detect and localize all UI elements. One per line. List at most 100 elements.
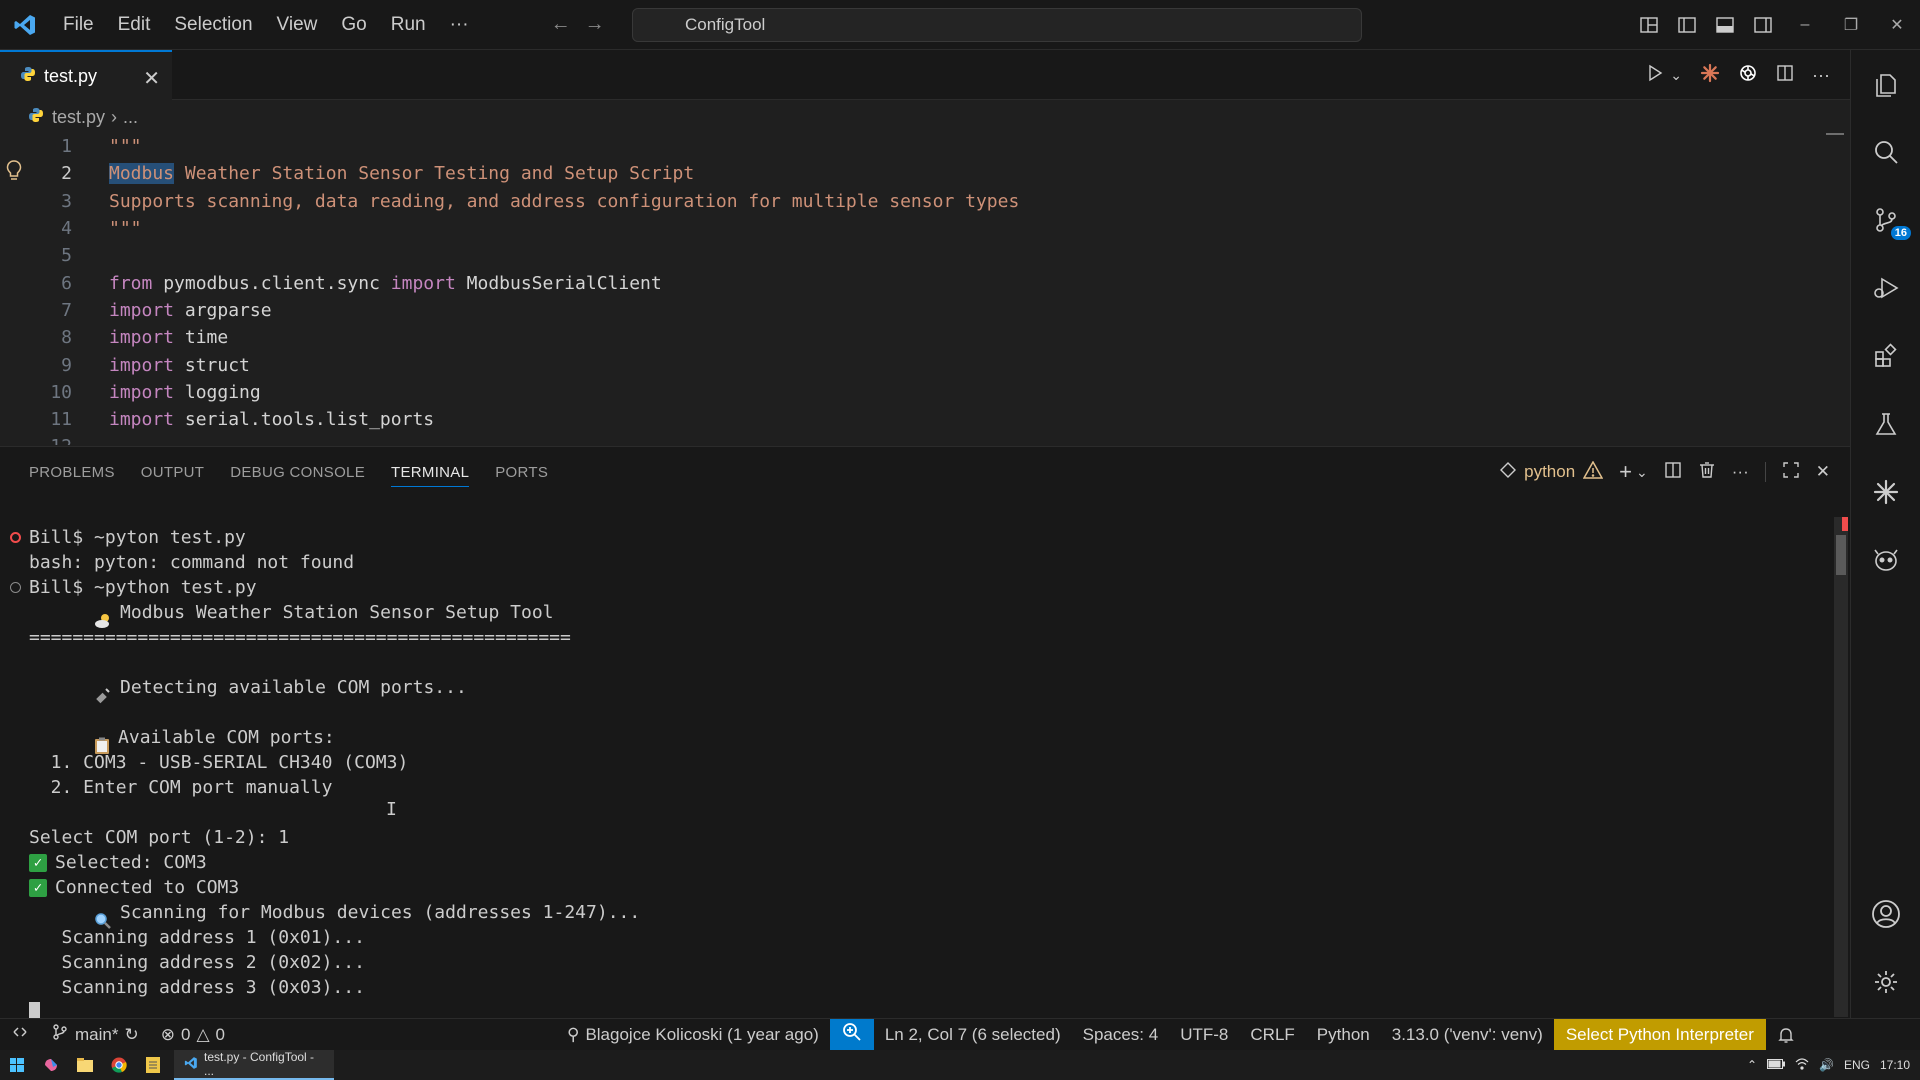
terminal-selector[interactable]: python xyxy=(1500,459,1604,484)
new-terminal-icon[interactable]: + xyxy=(1619,459,1632,485)
terminal-text: Scanning address 3 (0x03)... xyxy=(29,977,365,998)
customize-layout-icon[interactable] xyxy=(1630,0,1668,50)
claude-icon[interactable] xyxy=(1700,63,1720,88)
remote-indicator[interactable] xyxy=(0,1019,40,1051)
tab-output[interactable]: OUTPUT xyxy=(128,447,217,497)
tab-test-py[interactable]: test.py ✕ xyxy=(0,50,172,100)
editor-scrollbar[interactable] xyxy=(1826,133,1844,135)
terminal-output[interactable]: Bill$ ~pyton test.py bash: pyton: comman… xyxy=(0,525,1820,1024)
python-file-icon xyxy=(28,107,44,128)
scrollbar-thumb[interactable] xyxy=(1836,535,1846,575)
menu-file[interactable]: File xyxy=(51,0,106,50)
zoom-indicator[interactable] xyxy=(829,1018,874,1051)
remote-icon xyxy=(11,1023,29,1046)
source-control-icon[interactable]: 16 xyxy=(1851,186,1920,254)
keyword: from xyxy=(109,272,153,294)
code-text-rest: Weather Station Sensor Testing and Setup… xyxy=(174,163,695,185)
forward-arrow-icon[interactable]: → xyxy=(585,13,605,36)
notepad-icon[interactable] xyxy=(136,1050,170,1080)
tab-problems[interactable]: PROBLEMS xyxy=(16,447,128,497)
clock[interactable]: 17:10 xyxy=(1880,1058,1910,1072)
terminal-dropdown-chevron-icon[interactable]: ⌄ xyxy=(1636,464,1648,481)
menu-selection[interactable]: Selection xyxy=(162,0,264,50)
tab-debug-console[interactable]: DEBUG CONSOLE xyxy=(217,447,378,497)
warning-count: 0 xyxy=(215,1024,225,1044)
problems-indicator[interactable]: ⊗ 0 △ 0 xyxy=(150,1019,236,1051)
notifications-bell-icon[interactable] xyxy=(1766,1019,1806,1051)
close-panel-icon[interactable]: ✕ xyxy=(1816,462,1830,482)
cursor-position[interactable]: Ln 2, Col 7 (6 selected) xyxy=(874,1019,1072,1051)
git-branch[interactable]: main* ↻ xyxy=(40,1019,150,1051)
run-file-icon[interactable] xyxy=(1646,64,1664,87)
tab-ports[interactable]: PORTS xyxy=(482,447,561,497)
run-dropdown-chevron-icon[interactable]: ⌄ xyxy=(1670,67,1682,84)
breadcrumb-symbols[interactable]: ... xyxy=(123,107,138,128)
code-editor[interactable]: 1 """ 2 Modbus Weather Station Sensor Test… xyxy=(0,133,1850,445)
search-icon[interactable] xyxy=(1851,118,1920,186)
command-center-search[interactable]: ConfigTool xyxy=(632,8,1362,42)
file-explorer-icon[interactable] xyxy=(68,1050,102,1080)
menu-run[interactable]: Run xyxy=(379,0,438,50)
line-number: 12 xyxy=(0,436,72,445)
command-failed-icon[interactable] xyxy=(10,532,21,543)
settings-gear-icon[interactable] xyxy=(1851,948,1920,1016)
maximize-panel-icon[interactable] xyxy=(1782,461,1800,484)
testing-flask-icon[interactable] xyxy=(1851,390,1920,458)
toggle-sidebar-icon[interactable] xyxy=(1668,0,1706,50)
accounts-icon[interactable] xyxy=(1851,880,1920,948)
terminal-line: 2. Enter COM port manually xyxy=(0,775,1820,800)
wifi-icon[interactable] xyxy=(1795,1057,1809,1073)
code-text: logging xyxy=(174,381,261,403)
explorer-icon[interactable] xyxy=(1851,50,1920,118)
copilot-alien-icon[interactable] xyxy=(1851,526,1920,594)
terminal-text: 2. Enter COM port manually xyxy=(29,777,333,798)
claude-sidebar-icon[interactable] xyxy=(1851,458,1920,526)
language-mode[interactable]: Python xyxy=(1306,1019,1381,1051)
restore-icon[interactable]: ❐ xyxy=(1828,0,1874,50)
back-arrow-icon[interactable]: ← xyxy=(551,13,571,36)
more-actions-icon[interactable]: ··· xyxy=(1732,462,1749,482)
tab-terminal[interactable]: TERMINAL xyxy=(378,447,482,497)
split-editor-icon[interactable] xyxy=(1776,64,1794,87)
openai-icon[interactable] xyxy=(1738,63,1758,88)
volume-icon[interactable]: 🔊 xyxy=(1819,1058,1834,1072)
terminal-scrollbar[interactable] xyxy=(1834,517,1848,1017)
kill-terminal-icon[interactable] xyxy=(1698,461,1716,484)
indentation[interactable]: Spaces: 4 xyxy=(1072,1019,1170,1051)
toggle-secondary-sidebar-icon[interactable] xyxy=(1744,0,1782,50)
lightbulb-icon[interactable] xyxy=(6,160,22,187)
minimize-icon[interactable]: – xyxy=(1782,0,1828,50)
menu-more[interactable]: ··· xyxy=(438,0,481,50)
close-window-icon[interactable]: ✕ xyxy=(1874,0,1920,50)
error-icon: ⊗ xyxy=(160,1024,175,1044)
battery-icon[interactable] xyxy=(1767,1058,1785,1072)
taskbar-vscode-window[interactable]: test.py - ConfigTool - ... xyxy=(174,1050,334,1080)
keyword: import xyxy=(390,272,456,294)
status-bar: main* ↻ ⊗ 0 △ 0 ⚲ Blagojce Kolicoski (1 … xyxy=(0,1018,1920,1051)
menu-go[interactable]: Go xyxy=(329,0,378,50)
toggle-panel-icon[interactable] xyxy=(1706,0,1744,50)
close-tab-icon[interactable]: ✕ xyxy=(143,66,160,91)
activity-bar: 16 xyxy=(1850,50,1920,1018)
python-version[interactable]: 3.13.0 ('venv': venv) xyxy=(1381,1019,1554,1051)
terminal-line: 1. COM3 - USB-SERIAL CH340 (COM3) xyxy=(0,750,1820,775)
breadcrumb-file[interactable]: test.py xyxy=(52,107,105,128)
input-language[interactable]: ENG xyxy=(1844,1058,1870,1072)
tray-overflow-chevron-icon[interactable]: ⌃ xyxy=(1747,1058,1757,1072)
keyword: import xyxy=(109,409,175,431)
windows-start-icon[interactable] xyxy=(0,1050,34,1080)
git-blame[interactable]: ⚲ Blagojce Kolicoski (1 year ago) xyxy=(556,1019,830,1051)
extensions-icon[interactable] xyxy=(1851,322,1920,390)
command-running-icon[interactable] xyxy=(10,582,21,593)
select-interpreter-button[interactable]: Select Python Interpreter xyxy=(1553,1018,1766,1051)
menu-view[interactable]: View xyxy=(265,0,330,50)
menu-edit[interactable]: Edit xyxy=(106,0,163,50)
copilot-app-icon[interactable] xyxy=(34,1050,68,1080)
chrome-icon[interactable] xyxy=(102,1050,136,1080)
sync-icon[interactable]: ↻ xyxy=(124,1025,138,1045)
run-debug-icon[interactable] xyxy=(1851,254,1920,322)
file-encoding[interactable]: UTF-8 xyxy=(1169,1019,1239,1051)
line-ending[interactable]: CRLF xyxy=(1239,1019,1305,1051)
more-actions-icon[interactable]: ··· xyxy=(1812,65,1830,86)
split-terminal-icon[interactable] xyxy=(1664,461,1682,484)
